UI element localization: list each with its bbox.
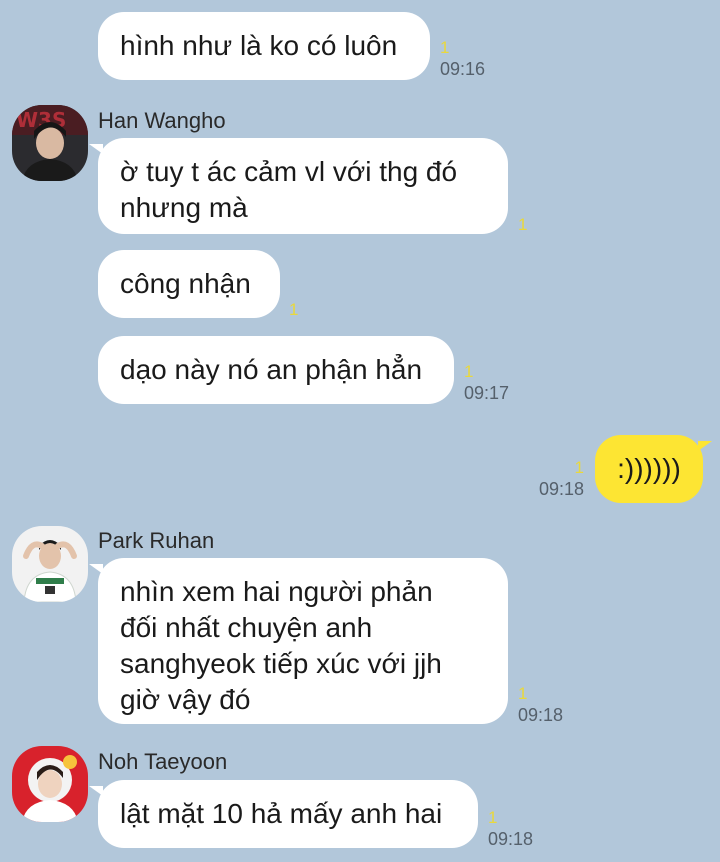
message-meta: 1 09:18 [488, 808, 533, 850]
message-meta: 1 09:16 [440, 38, 485, 80]
message-meta: 1 09:18 [530, 458, 584, 500]
message-bubble[interactable]: nhìn xem hai người phản đối nhất chuyện … [89, 558, 508, 724]
my-message-bubble[interactable]: :)))))) [595, 435, 712, 503]
avatar-han-image: W3S [12, 105, 88, 181]
message-bubble[interactable]: ờ tuy t ác cảm vl với thg đó nhưng mà [89, 138, 508, 234]
unread-count: 1 [518, 684, 528, 703]
unread-count: 1 [488, 808, 498, 827]
avatar-park-ruhan[interactable] [12, 526, 88, 602]
message-bubble[interactable]: lật mặt 10 hả mấy anh hai [89, 780, 478, 848]
avatar-noh-image [12, 746, 88, 822]
message-time: 09:18 [538, 479, 584, 499]
sender-name: Han Wangho [98, 108, 226, 133]
message-time: 09:16 [440, 59, 486, 79]
message-time: 09:18 [488, 829, 534, 849]
message-meta: 1 09:18 [518, 684, 563, 726]
avatar-noh-taeyoon[interactable] [12, 746, 88, 822]
message-bubble[interactable]: dạo này nó an phận hẳn [98, 336, 454, 404]
unread-count: 1 [574, 458, 584, 477]
unread-count: 1 [518, 215, 528, 234]
unread-count: 1 [440, 38, 450, 57]
message-bubble[interactable]: hình như là ko có luôn [98, 12, 430, 80]
avatar-han-wangho[interactable]: W3S [12, 105, 88, 181]
message-bubble[interactable]: công nhận [98, 250, 280, 318]
unread-count: 1 [289, 300, 299, 319]
avatar-park-image [12, 526, 88, 602]
message-meta: 1 09:17 [464, 362, 509, 404]
sender-name: Noh Taeyoon [98, 749, 228, 774]
unread-count: 1 [464, 362, 474, 381]
message-meta: 1 [518, 215, 527, 235]
message-time: 09:18 [518, 705, 564, 725]
message-time: 09:17 [464, 383, 510, 403]
message-meta: 1 [289, 300, 298, 320]
sender-name: Park Ruhan [98, 528, 215, 553]
